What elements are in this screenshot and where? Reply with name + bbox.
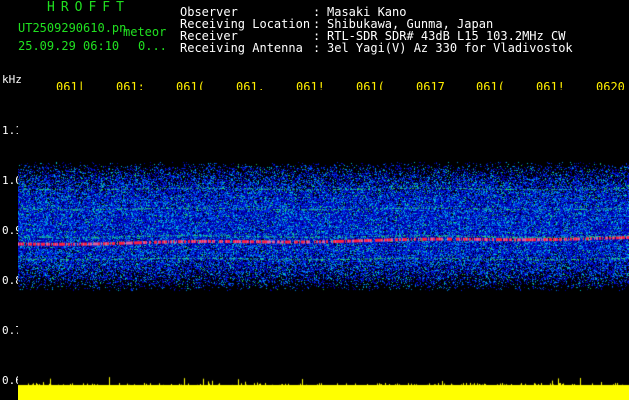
filename: UT2509290610.pn [18,21,127,35]
meta-label: Receiving Antenna [180,41,303,55]
app-title: HROFFT [47,0,130,15]
datetime: 25.09.29 06:10 [18,39,120,53]
y-axis-unit: kHz [2,73,22,86]
meta-colon: : [313,41,321,55]
meteor-label: meteor [123,25,167,39]
spectrogram [18,90,629,400]
antenna-value: 3el Yagi(V) Az 330 for Vladivostok [327,41,573,55]
meteor-count: 0... [138,39,167,53]
